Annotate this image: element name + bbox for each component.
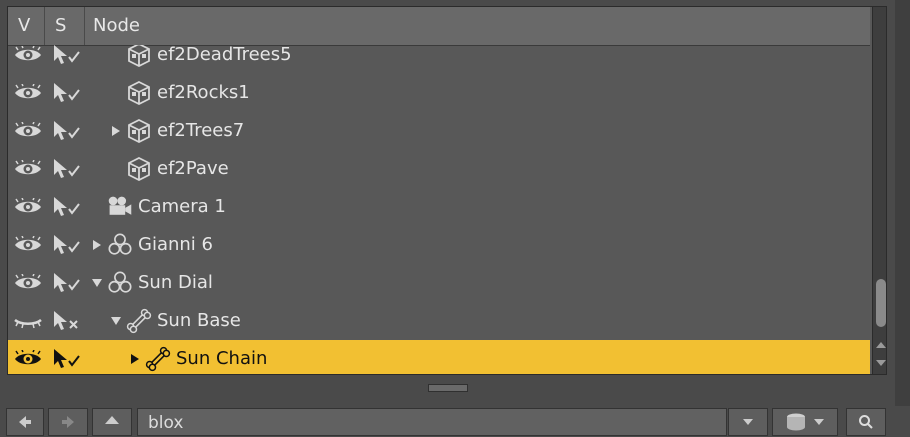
node-label[interactable]: Gianni 6 xyxy=(138,226,213,264)
expand-right-arrow-icon[interactable] xyxy=(90,226,104,264)
expand-right-arrow-icon[interactable] xyxy=(109,112,123,150)
search-input[interactable]: blox xyxy=(137,408,727,436)
pane-splitter-handle[interactable] xyxy=(428,384,468,392)
node-label[interactable]: ef2Trees7 xyxy=(157,112,244,150)
prop-cube-icon xyxy=(126,74,152,112)
node-row[interactable]: ef2Trees7 xyxy=(8,112,870,150)
node-row[interactable]: ef2DeadTrees5 xyxy=(8,45,870,74)
eye-open-icon[interactable] xyxy=(12,264,44,302)
forward-button[interactable] xyxy=(48,408,88,436)
node-label[interactable]: Sun Dial xyxy=(138,264,213,302)
bone-icon xyxy=(145,340,171,374)
node-label[interactable]: Camera 1 xyxy=(138,188,226,226)
arrow-up-icon xyxy=(105,416,119,424)
selectable-cursor-icon[interactable] xyxy=(50,226,86,264)
column-visible-header[interactable]: V xyxy=(8,7,45,45)
database-menu-button[interactable] xyxy=(772,408,838,436)
node-row[interactable]: Sun Base xyxy=(8,302,870,340)
expand-down-arrow-icon[interactable] xyxy=(90,264,104,302)
search-dropdown-button[interactable] xyxy=(728,408,768,436)
eye-open-icon[interactable] xyxy=(12,340,44,374)
scene-tree-panel: V S Node ef2DeadTrees5 ef2Rocks1 ef2Trees7… xyxy=(7,6,887,375)
search-icon xyxy=(859,415,873,429)
selectable-cursor-icon[interactable] xyxy=(50,150,86,188)
eye-open-icon[interactable] xyxy=(12,74,44,112)
prop-cube-icon xyxy=(126,112,152,150)
column-selectable-header[interactable]: S xyxy=(45,7,85,45)
node-row[interactable]: Gianni 6 xyxy=(8,226,870,264)
selectable-cursor-icon[interactable] xyxy=(50,188,86,226)
scrollbar-thumb[interactable] xyxy=(876,279,886,327)
expand-right-arrow-icon[interactable] xyxy=(128,340,142,374)
selectable-cursor-icon[interactable] xyxy=(50,45,86,74)
selectable-cursor-icon[interactable] xyxy=(50,112,86,150)
up-button[interactable] xyxy=(92,408,132,436)
search-button[interactable] xyxy=(846,408,886,436)
scroll-up-icon[interactable] xyxy=(875,340,887,350)
prop-cube-icon xyxy=(126,45,152,74)
selectable-cursor-icon[interactable] xyxy=(50,340,86,374)
node-label[interactable]: ef2DeadTrees5 xyxy=(157,45,292,74)
right-edge-panel xyxy=(895,0,910,436)
figure-icon xyxy=(107,264,133,302)
arrow-left-icon xyxy=(19,416,31,428)
chevron-down-icon xyxy=(743,419,753,425)
selectable-cursor-icon[interactable] xyxy=(50,74,86,112)
eye-open-icon[interactable] xyxy=(12,226,44,264)
eye-closed-icon[interactable] xyxy=(12,302,44,340)
column-header: V S Node xyxy=(8,7,870,46)
column-node-header[interactable]: Node xyxy=(85,7,870,45)
node-row[interactable]: Camera 1 xyxy=(8,188,870,226)
node-label[interactable]: ef2Pave xyxy=(157,150,229,188)
figure-icon xyxy=(107,226,133,264)
node-label[interactable]: ef2Rocks1 xyxy=(157,74,250,112)
node-row[interactable]: Sun Dial xyxy=(8,264,870,302)
bone-icon xyxy=(126,302,152,340)
eye-open-icon[interactable] xyxy=(12,188,44,226)
node-row[interactable]: Sun Chain xyxy=(8,340,870,374)
scroll-down-icon[interactable] xyxy=(875,358,887,368)
node-label[interactable]: Sun Chain xyxy=(176,340,267,374)
selectable-cursor-icon[interactable] xyxy=(50,264,86,302)
node-row[interactable]: ef2Pave xyxy=(8,150,870,188)
back-button[interactable] xyxy=(6,408,44,436)
vertical-scrollbar[interactable] xyxy=(872,7,887,374)
arrow-right-icon xyxy=(62,416,74,428)
eye-open-icon[interactable] xyxy=(12,45,44,74)
node-label[interactable]: Sun Base xyxy=(157,302,241,340)
bottom-toolbar: blox xyxy=(0,406,910,436)
unselectable-cursor-icon[interactable] xyxy=(50,302,86,340)
chevron-down-icon xyxy=(814,419,824,425)
database-icon xyxy=(787,413,805,431)
camera-icon xyxy=(107,188,133,226)
prop-cube-icon xyxy=(126,150,152,188)
node-row[interactable]: ef2Rocks1 xyxy=(8,74,870,112)
expand-down-arrow-icon[interactable] xyxy=(109,302,123,340)
eye-open-icon[interactable] xyxy=(12,150,44,188)
eye-open-icon[interactable] xyxy=(12,112,44,150)
node-list: ef2DeadTrees5 ef2Rocks1 ef2Trees7 ef2Pave Ca… xyxy=(8,45,870,374)
